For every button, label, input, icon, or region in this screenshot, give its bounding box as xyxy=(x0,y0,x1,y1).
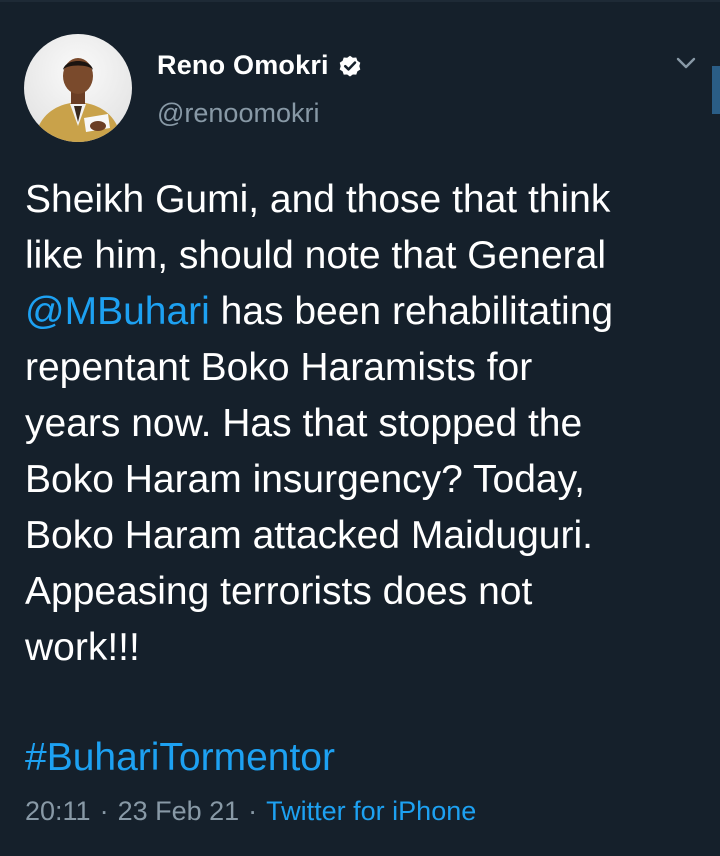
profile-photo-icon xyxy=(24,34,132,142)
hashtag-line: #BuhariTormentor xyxy=(25,730,335,786)
chevron-down-icon[interactable] xyxy=(676,56,696,70)
scroll-indicator xyxy=(712,66,720,114)
tweet-text-part: Sheikh Gumi, and those that think like h… xyxy=(25,178,611,277)
hashtag-link[interactable]: #BuhariTormentor xyxy=(25,736,335,779)
user-handle[interactable]: @renoomokri xyxy=(157,98,319,129)
tweet-source-link[interactable]: Twitter for iPhone xyxy=(266,796,476,827)
verified-badge-icon xyxy=(337,53,363,79)
tweet-time[interactable]: 20:11 xyxy=(25,796,91,827)
display-name[interactable]: Reno Omokri xyxy=(157,50,329,81)
mention-link[interactable]: @MBuhari xyxy=(25,290,210,333)
meta-separator: · xyxy=(248,796,258,826)
tweet-meta: 20:11 · 23 Feb 21 · Twitter for iPhone xyxy=(25,796,476,827)
tweet-date[interactable]: 23 Feb 21 xyxy=(118,796,240,827)
tweet-text-part: has been rehabilitating repentant Boko H… xyxy=(25,290,614,669)
avatar[interactable] xyxy=(24,34,132,142)
tweet-text: Sheikh Gumi, and those that think like h… xyxy=(25,172,695,676)
author-name-row[interactable]: Reno Omokri xyxy=(157,50,363,81)
meta-separator: · xyxy=(99,796,109,826)
top-divider xyxy=(0,0,720,2)
